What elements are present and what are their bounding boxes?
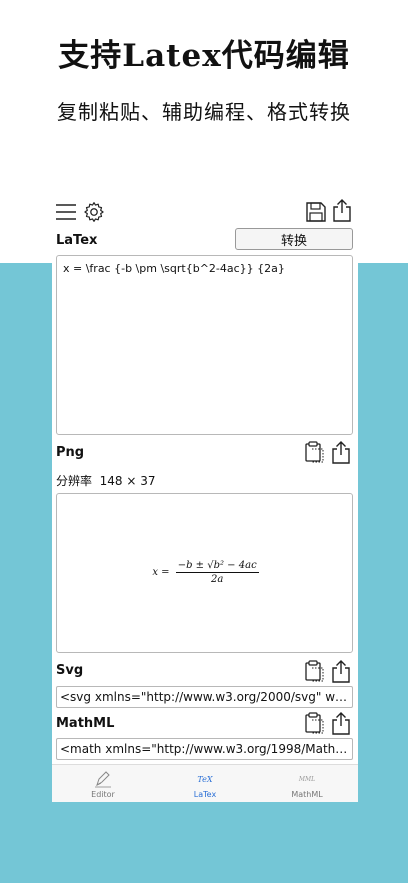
resolution-text: 分辨率 148 × 37 [56,472,156,489]
mathml-actions [302,711,358,735]
mathml-label: MathML [56,716,115,731]
resolution-label: 分辨率 [56,474,93,488]
formula-denominator: 2a [211,574,224,585]
resolution-value: 148 × 37 [99,474,156,488]
latex-label: LaTex [56,233,98,248]
tab-latex[interactable]: TeX LaTex [154,765,256,802]
top-toolbar [52,198,358,226]
tab-latex-label: LaTex [193,790,217,799]
tab-editor[interactable]: Editor [52,765,154,802]
latex-input-text[interactable]: x = \frac {-b \pm \sqrt{b^2-4ac}} {2a} [63,262,346,275]
formula-lhs: x = [152,567,170,578]
convert-button[interactable]: 转换 [235,228,353,250]
share-icon[interactable] [329,659,353,683]
copy-icon[interactable] [302,711,326,735]
share-icon[interactable] [329,711,353,735]
png-actions [302,440,358,464]
png-label: Png [56,445,85,460]
share-icon[interactable] [329,440,353,464]
pen-icon [94,770,112,788]
menu-icon[interactable] [54,200,78,224]
svg-actions [302,659,358,683]
formula-numerator: −b ± √b² − 4ac [175,560,259,573]
rendered-formula: x = −b ± √b² − 4ac 2a [57,560,354,585]
mml-icon: MML [298,775,316,783]
formula-fraction: −b ± √b² − 4ac 2a [175,560,259,585]
tab-editor-label: Editor [91,790,115,799]
svg-label: Svg [56,663,84,678]
hero-subtitle: 复制粘贴、辅助编程、格式转换 [57,100,351,124]
mathml-output-field[interactable]: <math xmlns="http://www.w3.org/1998/Math… [56,738,353,760]
save-icon[interactable] [304,200,328,224]
tex-icon: TeX [197,774,213,784]
tab-bar: Editor TeX LaTex MML MathML [52,764,358,802]
share-icon[interactable] [330,198,354,222]
png-preview: x = −b ± √b² − 4ac 2a [56,493,353,653]
latex-editor[interactable]: x = \frac {-b \pm \sqrt{b^2-4ac}} {2a} [56,255,353,435]
tab-mathml[interactable]: MML MathML [256,765,358,802]
copy-icon[interactable] [302,659,326,683]
hero-title: 支持Latex代码编辑 [58,38,350,74]
tab-mathml-label: MathML [291,790,323,799]
gear-icon[interactable] [82,200,106,224]
app-screen: LaTex 转换 x = \frac {-b \pm \sqrt{b^2-4ac… [52,190,358,802]
svg-output-field[interactable]: <svg xmlns="http://www.w3.org/2000/svg" … [56,686,353,708]
copy-icon[interactable] [302,440,326,464]
